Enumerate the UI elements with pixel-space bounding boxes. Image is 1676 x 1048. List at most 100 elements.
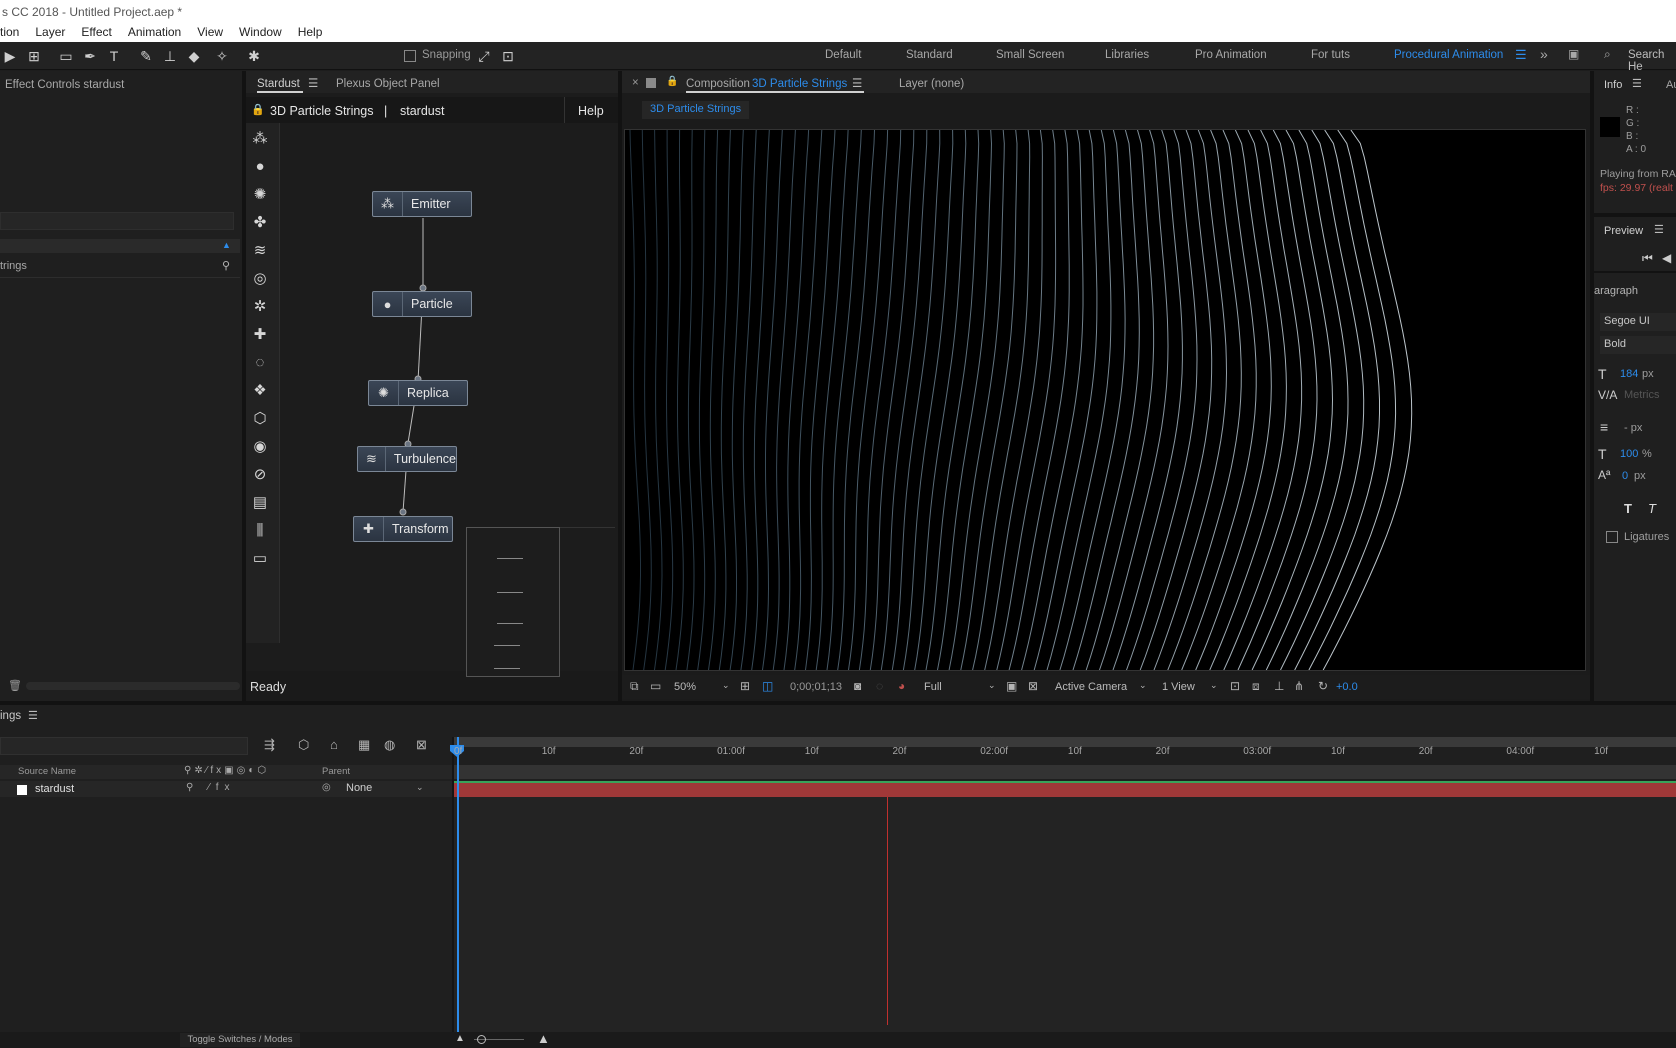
font-size-value[interactable]: 184 — [1620, 368, 1638, 380]
parent-dropdown[interactable]: None — [340, 782, 428, 797]
search-help-field[interactable]: Search He — [1628, 49, 1676, 73]
pen-tool-icon[interactable]: ✒ — [80, 46, 100, 66]
camera-dropdown[interactable]: Active Camera — [1055, 681, 1127, 693]
ligatures-checkbox[interactable] — [1606, 531, 1618, 543]
node-emitter[interactable]: ⁂ Emitter — [372, 191, 472, 217]
node-minimap[interactable] — [466, 527, 560, 677]
layer-switches[interactable]: ⚲ ⁄fx — [186, 782, 236, 793]
exposure-value[interactable]: +0.0 — [1336, 681, 1358, 693]
zoom-out-icon[interactable]: ▲ — [455, 1033, 465, 1044]
composition-viewer[interactable] — [624, 129, 1586, 671]
motion-blur-icon[interactable]: ◍ — [384, 737, 395, 753]
kerning-value[interactable]: Metrics — [1624, 389, 1659, 401]
timeline-tab[interactable]: ings — [0, 710, 21, 722]
node-transform[interactable]: ✚ Transform — [353, 516, 453, 542]
node-replica[interactable]: ✺ Replica — [368, 380, 468, 406]
workspace-menu-icon[interactable]: ☰ — [1515, 47, 1527, 63]
show-snapshot-icon[interactable]: ◌ — [876, 679, 883, 693]
snapshot-icon[interactable]: ◙ — [854, 679, 861, 693]
reset-exposure-icon[interactable]: ↻ — [1318, 679, 1328, 693]
draft-3d-icon[interactable]: ⬡ — [298, 737, 309, 753]
collapse-icon[interactable]: ▲ — [222, 240, 231, 250]
clone-stamp-tool-icon[interactable]: ⊥ — [160, 46, 180, 66]
timecode[interactable]: 0;00;01;13 — [790, 681, 842, 693]
menu-item-window[interactable]: Window — [239, 25, 282, 39]
paragraph-panel-tab[interactable]: aragraph — [1594, 285, 1638, 297]
workspace-procedural-animation[interactable]: Procedural Animation — [1394, 49, 1503, 61]
chevron-down-icon[interactable]: ⌄ — [988, 680, 996, 691]
workspace-libraries[interactable]: Libraries — [1105, 49, 1149, 61]
flowchart-icon[interactable]: ⋔ — [1294, 679, 1304, 693]
baseline-shift-value[interactable]: 0 — [1622, 470, 1628, 482]
panel-menu-icon[interactable]: ☰ — [1654, 223, 1664, 236]
timeline-icon[interactable]: ⊥ — [1274, 679, 1284, 693]
timeline-search-field[interactable] — [0, 737, 248, 755]
comp-tab-prefix[interactable]: Composition — [686, 78, 750, 90]
panel-menu-icon[interactable]: ☰ — [1632, 77, 1642, 90]
workspace-default[interactable]: Default — [825, 49, 861, 61]
resolution-dropdown[interactable]: Full — [924, 681, 942, 693]
hide-shy-icon[interactable]: ⌂ — [330, 737, 338, 752]
comp-tab-name[interactable]: 3D Particle Strings — [752, 78, 847, 90]
first-frame-icon[interactable]: ⏮ — [1642, 251, 1653, 266]
chevron-down-icon[interactable]: ⌄ — [1139, 680, 1147, 691]
snapping-checkbox[interactable] — [404, 50, 416, 62]
more-workspaces-icon[interactable]: » — [1540, 46, 1548, 62]
node-turbulence[interactable]: ≋ Turbulence — [357, 446, 457, 472]
panel-layout-icon[interactable]: ▣ — [1568, 47, 1579, 61]
hierarchy-icon[interactable]: ⚲ — [222, 259, 230, 272]
pickwhip-icon[interactable]: ◎ — [322, 782, 331, 793]
chevron-down-icon[interactable]: ⌄ — [722, 680, 730, 691]
zoom-in-icon[interactable]: ▲ — [537, 1031, 550, 1046]
horizontal-scrollbar[interactable] — [26, 682, 240, 690]
panel-menu-icon[interactable]: ☰ — [28, 709, 38, 722]
lock-icon[interactable]: 🔒 — [666, 76, 678, 87]
effect-search-field[interactable] — [0, 212, 234, 230]
pan-behind-tool-icon[interactable]: ⊞ — [24, 46, 44, 66]
monitor-icon[interactable]: ▭ — [650, 679, 661, 693]
menu-item-effect[interactable]: Effect — [81, 25, 111, 39]
snap-grid-icon[interactable]: ⊡ — [498, 46, 518, 66]
fit-icon[interactable]: ⊞ — [740, 679, 750, 693]
menu-item-layer[interactable]: Layer — [35, 25, 65, 39]
faux-italic-icon[interactable]: T — [1648, 501, 1656, 516]
fast-previews-icon[interactable]: ⧈ — [1252, 679, 1260, 694]
info-panel-tab[interactable]: Info — [1604, 79, 1622, 91]
node-particle[interactable]: ● Particle — [372, 291, 472, 317]
3d-view-icon[interactable]: ⊠ — [1028, 679, 1038, 693]
comp-mini-flowchart-icon[interactable]: ⇶ — [264, 737, 275, 753]
prev-frame-icon[interactable]: ◀ — [1662, 251, 1671, 265]
chevron-down-icon[interactable]: ⌄ — [1210, 680, 1218, 691]
roto-brush-tool-icon[interactable]: ✧ — [212, 46, 232, 66]
vertical-scale-value[interactable]: 100 — [1620, 448, 1638, 460]
menu-item-composition[interactable]: tion — [0, 25, 19, 39]
menu-item-animation[interactable]: Animation — [128, 25, 181, 39]
workspace-standard[interactable]: Standard — [906, 49, 953, 61]
menu-item-view[interactable]: View — [197, 25, 223, 39]
workspace-for-tuts[interactable]: For tuts — [1311, 49, 1350, 61]
current-time-indicator[interactable] — [457, 737, 459, 1037]
rectangle-tool-icon[interactable]: ▭ — [56, 46, 76, 66]
graph-editor-icon[interactable]: ⊠ — [416, 737, 427, 753]
transparency-grid-icon[interactable]: ▣ — [1006, 679, 1017, 693]
region-of-interest-icon[interactable]: ◫ — [762, 679, 773, 693]
layer-tab[interactable]: Layer (none) — [899, 78, 964, 90]
toggle-pixel-icon[interactable]: ⊡ — [1230, 679, 1240, 693]
always-preview-icon[interactable]: ⧉ — [630, 679, 639, 694]
preview-panel-tab[interactable]: Preview — [1604, 225, 1643, 237]
workspace-pro-animation[interactable]: Pro Animation — [1195, 49, 1267, 61]
workspace-small-screen[interactable]: Small Screen — [996, 49, 1064, 61]
leading-value[interactable]: - px — [1624, 422, 1642, 434]
close-tab-icon[interactable]: × — [632, 77, 639, 89]
menu-item-help[interactable]: Help — [298, 25, 323, 39]
audio-panel-tab[interactable]: Au — [1666, 79, 1676, 91]
puppet-pin-tool-icon[interactable]: ✱ — [244, 46, 264, 66]
trash-icon[interactable]: 🗑 — [8, 679, 22, 692]
layer-duration-bar[interactable] — [454, 781, 1676, 797]
views-dropdown[interactable]: 1 View — [1162, 681, 1195, 693]
layer-name[interactable]: stardust — [35, 783, 74, 795]
eraser-tool-icon[interactable]: ◆ — [184, 46, 204, 66]
frame-blending-icon[interactable]: ▦ — [358, 737, 370, 753]
search-icon[interactable]: ⌕ — [1604, 47, 1611, 62]
snap-options-icon[interactable]: ⤢ — [474, 46, 494, 66]
